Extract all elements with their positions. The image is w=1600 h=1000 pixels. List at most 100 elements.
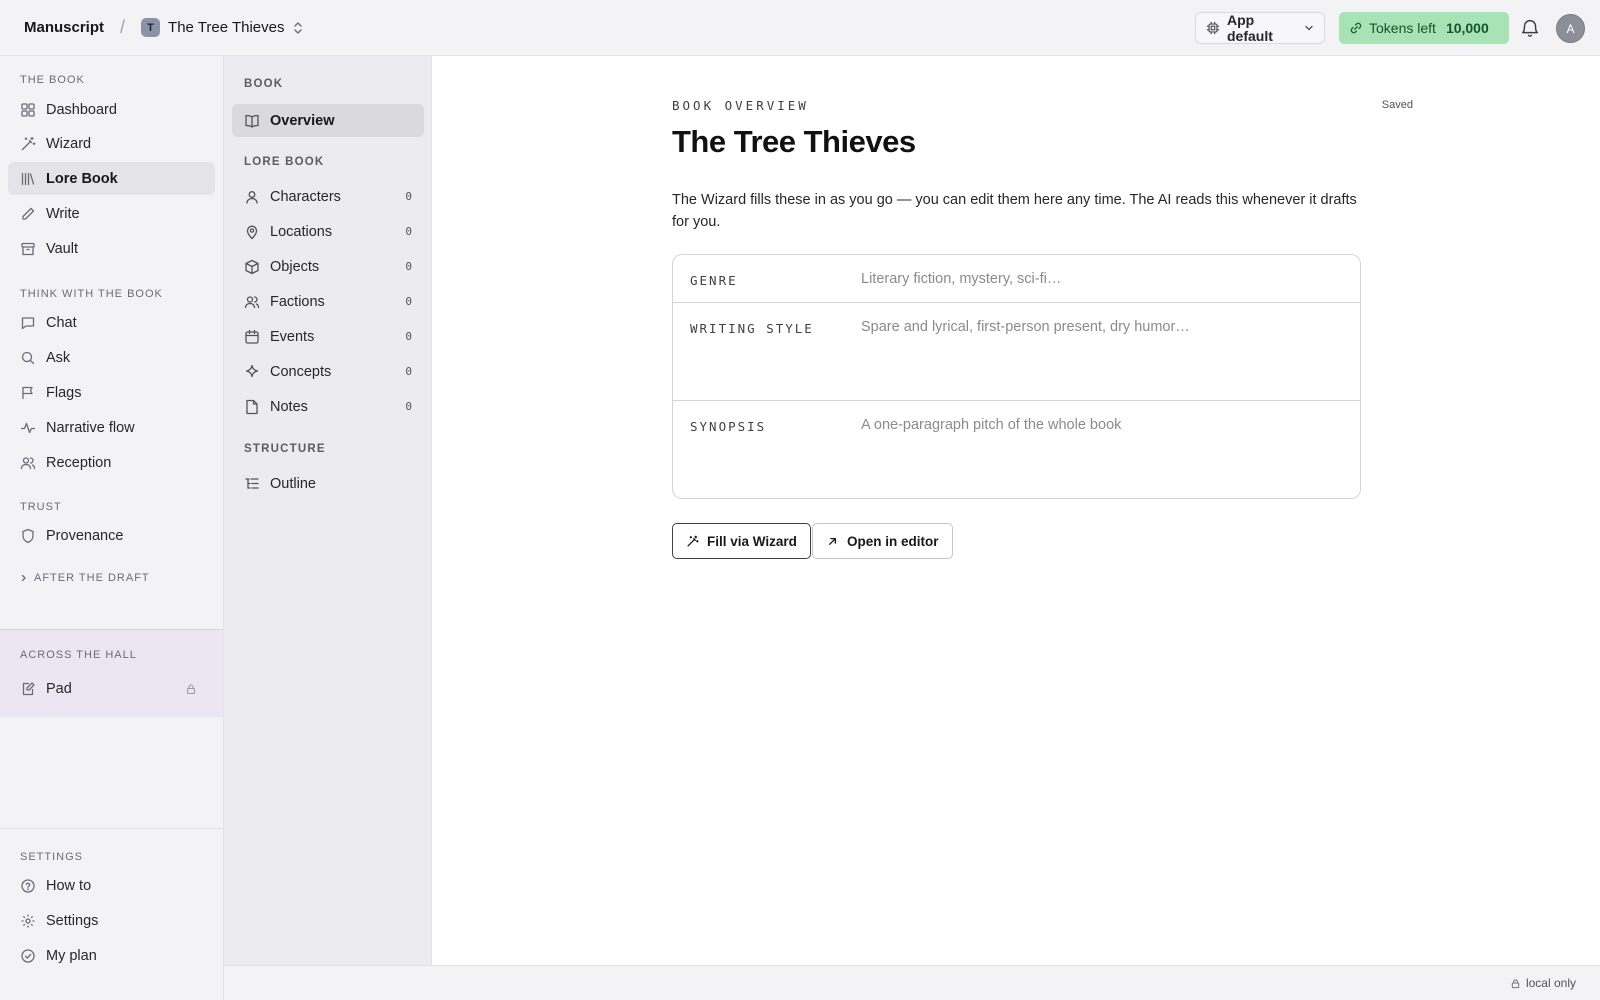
sidebar-item-ask[interactable]: Ask — [8, 341, 215, 374]
item-count: 0 — [405, 365, 412, 378]
page-eyebrow: BOOK OVERVIEW — [672, 98, 809, 113]
after-the-draft-toggle[interactable]: AFTER THE DRAFT — [20, 572, 150, 584]
model-selector-label: App default — [1227, 12, 1273, 44]
open-book-icon — [244, 113, 260, 129]
sidebar-item-label: Write — [46, 205, 80, 222]
nav-item-label: Characters — [270, 188, 341, 205]
nav-item-label: Concepts — [270, 363, 332, 380]
sidebar-item-write[interactable]: Write — [8, 197, 215, 230]
sidebar-item-label: Lore Book — [46, 170, 118, 187]
lock-icon — [185, 683, 197, 695]
field-label: SYNOPSIS — [690, 419, 767, 434]
sidebar-item-label: Reception — [46, 454, 112, 471]
sidebar-item-label: Ask — [46, 349, 71, 366]
nav-item-label: Factions — [270, 293, 325, 310]
breadcrumb-separator: / — [120, 17, 126, 37]
nav-item-outline[interactable]: Outline — [232, 467, 424, 500]
magic-wand-icon — [686, 535, 699, 548]
file-icon — [244, 399, 260, 415]
sidebar-item-reception[interactable]: Reception — [8, 446, 215, 479]
sidebar-item-pad[interactable]: Pad — [8, 672, 215, 705]
section-label-book: BOOK — [244, 78, 284, 90]
section-label-trust: TRUST — [20, 501, 62, 513]
writing-style-input[interactable]: Spare and lyrical, first-person present,… — [861, 319, 1190, 335]
library-icon — [20, 171, 36, 187]
genre-input[interactable]: Literary fiction, mystery, sci-fi… — [861, 271, 1061, 287]
open-in-editor-button[interactable]: Open in editor — [812, 523, 953, 559]
across-the-hall-section: ACROSS THE HALL Pad — [0, 629, 223, 717]
sparkle-icon — [244, 364, 260, 380]
after-the-draft-label: AFTER THE DRAFT — [34, 572, 150, 584]
arrow-up-right-icon — [826, 535, 839, 548]
sidebar-item-vault[interactable]: Vault — [8, 232, 215, 265]
section-label-settings: SETTINGS — [20, 851, 84, 863]
lock-icon — [1510, 978, 1521, 989]
nav-item-notes[interactable]: Notes 0 — [232, 390, 424, 423]
bell-icon[interactable] — [1519, 17, 1541, 39]
writing-style-field[interactable]: WRITING STYLE Spare and lyrical, first-p… — [673, 303, 1360, 401]
sidebar-item-label: Provenance — [46, 527, 124, 544]
button-label: Fill via Wizard — [707, 533, 797, 549]
lore-navigation: BOOK Overview LORE BOOK Characters 0 Loc… — [224, 56, 432, 965]
chevrons-up-down-icon — [292, 21, 304, 35]
magic-wand-icon — [20, 136, 36, 152]
nav-item-events[interactable]: Events 0 — [232, 320, 424, 353]
nav-item-factions[interactable]: Factions 0 — [232, 285, 424, 318]
section-label-lore-book: LORE BOOK — [244, 156, 325, 168]
nav-item-objects[interactable]: Objects 0 — [232, 250, 424, 283]
sidebar-item-label: Settings — [46, 912, 99, 929]
nav-item-label: Notes — [270, 398, 308, 415]
nav-item-overview[interactable]: Overview — [232, 104, 424, 137]
sidebar-item-provenance[interactable]: Provenance — [8, 519, 215, 552]
genre-field[interactable]: GENRE Literary fiction, mystery, sci-fi… — [673, 255, 1360, 303]
sidebar-item-narrative-flow[interactable]: Narrative flow — [8, 411, 215, 444]
item-count: 0 — [405, 295, 412, 308]
model-selector[interactable]: App default — [1195, 12, 1325, 44]
note-edit-icon — [20, 681, 36, 697]
flag-icon — [20, 385, 36, 401]
chevron-right-icon — [20, 574, 28, 582]
sidebar-item-label: Wizard — [46, 135, 92, 152]
sidebar-item-wizard[interactable]: Wizard — [8, 127, 215, 160]
cpu-icon — [1206, 21, 1220, 35]
users-icon — [20, 455, 36, 471]
sidebar-item-my-plan[interactable]: My plan — [8, 939, 215, 972]
map-pin-icon — [244, 224, 260, 240]
section-label-structure: STRUCTURE — [244, 443, 326, 455]
sidebar-item-label: Chat — [46, 314, 77, 331]
sidebar-item-dashboard[interactable]: Dashboard — [8, 93, 215, 126]
book-title: The Tree Thieves — [168, 19, 285, 36]
sidebar-item-chat[interactable]: Chat — [8, 306, 215, 339]
item-count: 0 — [405, 225, 412, 238]
nav-item-locations[interactable]: Locations 0 — [232, 215, 424, 248]
overview-fields: GENRE Literary fiction, mystery, sci-fi…… — [672, 254, 1361, 499]
tokens-badge[interactable]: Tokens left 10,000 — [1339, 12, 1509, 44]
nav-item-label: Overview — [270, 112, 335, 129]
sidebar-item-flags[interactable]: Flags — [8, 376, 215, 409]
synopsis-field[interactable]: SYNOPSIS A one-paragraph pitch of the wh… — [673, 401, 1360, 498]
book-switcher[interactable]: T The Tree Thieves — [141, 18, 304, 37]
sidebar-item-settings[interactable]: Settings — [8, 904, 215, 937]
storage-status: local only — [1510, 976, 1576, 990]
nav-item-label: Objects — [270, 258, 320, 275]
field-label: WRITING STYLE — [690, 321, 814, 336]
sidebar-item-how-to[interactable]: How to — [8, 869, 215, 902]
shield-icon — [20, 528, 36, 544]
chevron-down-icon — [1304, 23, 1314, 33]
tokens-label: Tokens left — [1369, 20, 1436, 36]
avatar[interactable]: A — [1556, 14, 1585, 43]
button-label: Open in editor — [847, 533, 939, 549]
nav-item-concepts[interactable]: Concepts 0 — [232, 355, 424, 388]
storage-status-label: local only — [1525, 976, 1576, 990]
item-count: 0 — [405, 330, 412, 343]
nav-item-characters[interactable]: Characters 0 — [232, 180, 424, 213]
section-label-across-the-hall: ACROSS THE HALL — [20, 649, 137, 661]
box-icon — [244, 259, 260, 275]
field-label: GENRE — [690, 273, 738, 288]
synopsis-input[interactable]: A one-paragraph pitch of the whole book — [861, 417, 1121, 433]
sidebar-item-lore-book[interactable]: Lore Book — [8, 162, 215, 195]
divider — [0, 828, 223, 829]
tokens-count: 10,000 — [1445, 20, 1489, 36]
fill-via-wizard-button[interactable]: Fill via Wizard — [672, 523, 811, 559]
app-name[interactable]: Manuscript — [24, 19, 104, 36]
